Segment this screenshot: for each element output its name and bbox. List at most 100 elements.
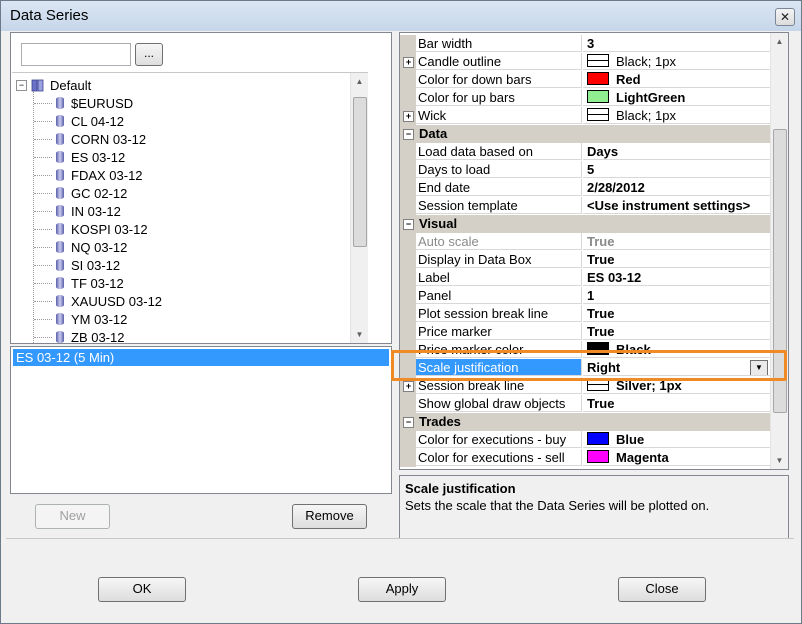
property-row[interactable]: Color for down bars Red — [400, 71, 770, 89]
remove-button[interactable]: Remove — [292, 504, 367, 529]
property-row[interactable]: Panel 1 — [400, 287, 770, 305]
scroll-up-icon[interactable]: ▲ — [351, 73, 368, 90]
property-row[interactable]: Load data based on Days — [400, 143, 770, 161]
expand-icon[interactable]: + — [403, 57, 414, 68]
property-value[interactable]: Red — [583, 71, 770, 88]
new-button[interactable]: New — [35, 504, 110, 529]
property-value-text: True — [587, 234, 615, 249]
expand-icon[interactable]: + — [403, 381, 414, 392]
property-name: Panel — [416, 287, 582, 304]
property-value[interactable]: ES 03-12 — [583, 269, 770, 286]
property-value[interactable]: True — [583, 233, 770, 250]
property-row[interactable]: Show global draw objects True — [400, 395, 770, 413]
tree-item[interactable]: KOSPI 03-12 — [56, 220, 148, 238]
tree-item[interactable]: YM 03-12 — [56, 310, 127, 328]
property-row[interactable]: Session template <Use instrument settings… — [400, 197, 770, 215]
collapse-icon[interactable]: − — [403, 219, 414, 230]
row-gutter — [400, 35, 416, 53]
property-row[interactable]: End date 2/28/2012 — [400, 179, 770, 197]
property-value[interactable]: True — [583, 305, 770, 322]
tree-item[interactable]: ES 03-12 — [56, 148, 125, 166]
tree-item[interactable]: ZB 03-12 — [56, 328, 124, 343]
property-row[interactable]: Color for executions - sell Magenta — [400, 449, 770, 467]
highlight-annotation — [391, 350, 787, 381]
property-value[interactable]: Blue — [583, 431, 770, 448]
row-gutter — [400, 89, 416, 107]
tree-item[interactable]: GC 02-12 — [56, 184, 127, 202]
property-value[interactable]: 2/28/2012 — [583, 179, 770, 196]
tree-item-label: XAUUSD 03-12 — [71, 293, 163, 309]
tree-root[interactable]: − Default — [16, 76, 91, 94]
property-value[interactable]: LightGreen — [583, 89, 770, 106]
grid-scrollbar[interactable]: ▲ ▼ — [770, 33, 788, 469]
tree-item[interactable]: CORN 03-12 — [56, 130, 146, 148]
tree-item-label: FDAX 03-12 — [71, 167, 143, 183]
property-value[interactable]: True — [583, 395, 770, 412]
instrument-icon — [56, 259, 64, 271]
description-text: Sets the scale that the Data Series will… — [405, 498, 710, 513]
property-row[interactable]: Plot session break line True — [400, 305, 770, 323]
description-panel: Scale justification Sets the scale that … — [399, 475, 789, 539]
property-row[interactable]: + Candle outline Black; 1px — [400, 53, 770, 71]
row-gutter — [400, 251, 416, 269]
property-value[interactable]: True — [583, 323, 770, 340]
category-trades[interactable]: − Trades — [400, 413, 770, 431]
tree-item[interactable]: NQ 03-12 — [56, 238, 127, 256]
list-item[interactable]: ES 03-12 (5 Min) — [13, 349, 389, 366]
collapse-icon[interactable]: − — [403, 417, 414, 428]
property-row[interactable]: Price marker True — [400, 323, 770, 341]
ok-button[interactable]: OK — [98, 577, 186, 602]
close-button[interactable]: Close — [618, 577, 706, 602]
property-value[interactable]: Black; 1px — [583, 53, 770, 70]
scroll-down-icon[interactable]: ▼ — [351, 326, 368, 343]
tree-item-label: CL 04-12 — [71, 113, 124, 129]
tree-item[interactable]: FDAX 03-12 — [56, 166, 143, 184]
collapse-icon[interactable]: − — [403, 129, 414, 140]
collapse-icon[interactable]: − — [16, 79, 27, 91]
property-value[interactable]: 3 — [583, 35, 770, 52]
apply-button[interactable]: Apply — [358, 577, 446, 602]
tree-scrollbar[interactable]: ▲ ▼ — [350, 73, 368, 343]
category-data[interactable]: − Data — [400, 125, 770, 143]
tree-item-label: ZB 03-12 — [71, 329, 125, 344]
expand-icon[interactable]: + — [403, 111, 414, 122]
tree-item-label: GC 02-12 — [71, 185, 128, 201]
property-value[interactable]: 5 — [583, 161, 770, 178]
tree-branch — [34, 319, 52, 320]
scroll-thumb[interactable] — [353, 97, 367, 247]
property-row[interactable]: + Wick Black; 1px — [400, 107, 770, 125]
property-value[interactable]: Days — [583, 143, 770, 160]
tree-branch — [34, 211, 52, 212]
row-gutter — [400, 449, 416, 467]
property-name: Load data based on — [416, 143, 582, 160]
category-visual[interactable]: − Visual — [400, 215, 770, 233]
property-row[interactable]: Days to load 5 — [400, 161, 770, 179]
tree-item[interactable]: XAUUSD 03-12 — [56, 292, 162, 310]
property-value[interactable]: Magenta — [583, 449, 770, 466]
property-value-text: True — [587, 324, 615, 339]
tree-item[interactable]: $EURUSD — [56, 94, 133, 112]
property-row[interactable]: Auto scale True — [400, 233, 770, 251]
property-value[interactable]: Black; 1px — [583, 107, 770, 124]
browse-button[interactable]: ... — [135, 43, 163, 66]
close-icon[interactable]: ✕ — [775, 8, 795, 26]
tree-item[interactable]: IN 03-12 — [56, 202, 121, 220]
property-value[interactable]: 1 — [583, 287, 770, 304]
property-value[interactable]: True — [583, 251, 770, 268]
scroll-up-icon[interactable]: ▲ — [771, 33, 788, 50]
instrument-tree: − Default ▲ ▼ $EURUSD CL 04-12 CORN 03-12 E… — [12, 72, 368, 343]
property-row[interactable]: Color for up bars LightGreen — [400, 89, 770, 107]
property-row[interactable]: Display in Data Box True — [400, 251, 770, 269]
tree-branch — [34, 265, 52, 266]
property-value[interactable]: <Use instrument settings> — [583, 197, 770, 214]
property-row[interactable]: Bar width 3 — [400, 35, 770, 53]
tree-item[interactable]: CL 04-12 — [56, 112, 124, 130]
tree-branch — [34, 121, 52, 122]
search-input[interactable] — [21, 43, 131, 66]
property-value-text: True — [587, 306, 615, 321]
property-row[interactable]: Label ES 03-12 — [400, 269, 770, 287]
scroll-down-icon[interactable]: ▼ — [771, 452, 788, 469]
property-row[interactable]: Color for executions - buy Blue — [400, 431, 770, 449]
tree-item[interactable]: SI 03-12 — [56, 256, 120, 274]
tree-item[interactable]: TF 03-12 — [56, 274, 124, 292]
